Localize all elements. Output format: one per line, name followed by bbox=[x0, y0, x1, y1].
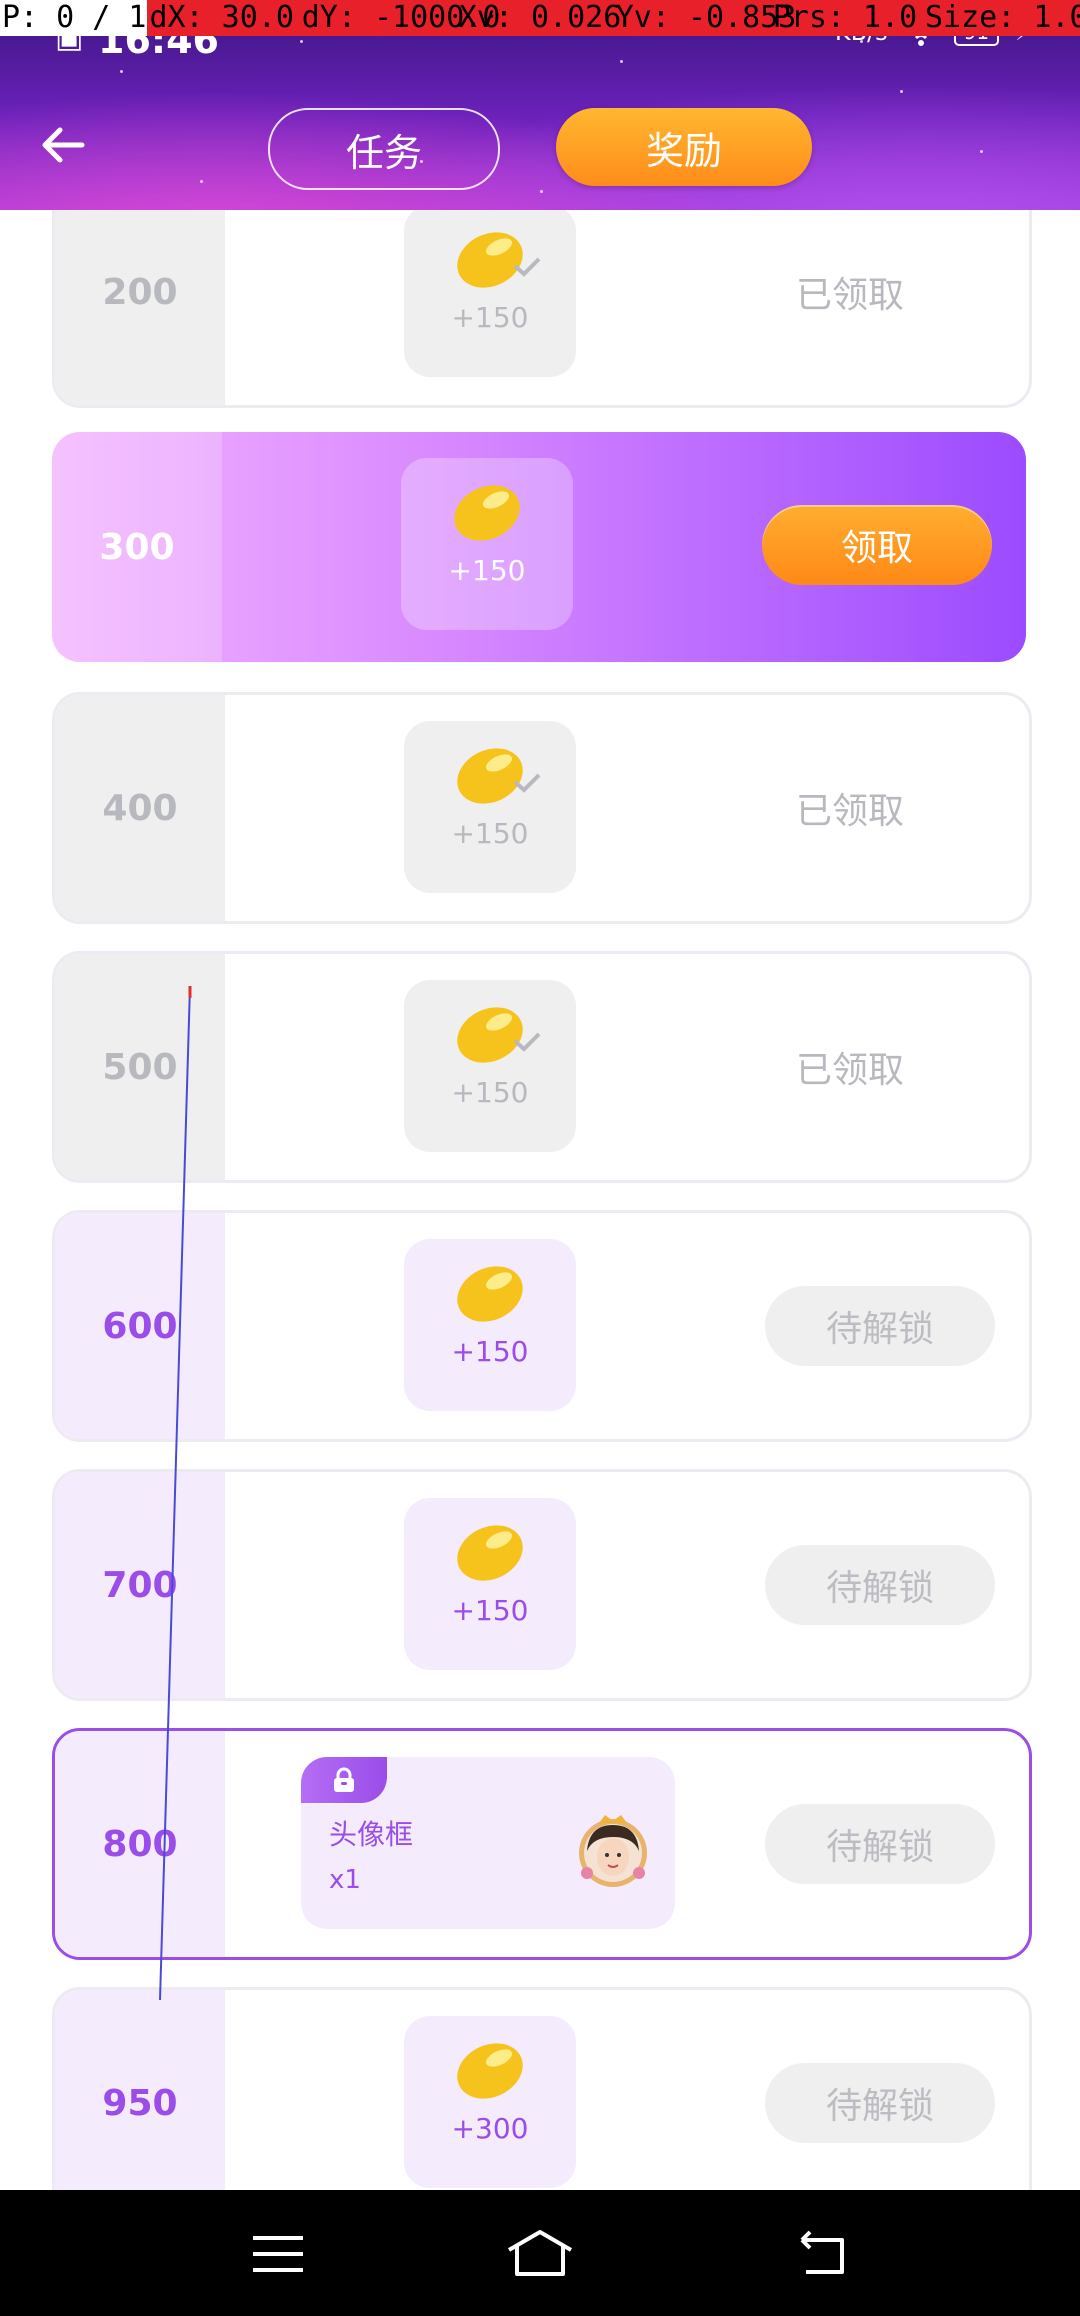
reward-card-200: 200 +150 已领取 bbox=[52, 210, 1032, 408]
reward-threshold: 500 bbox=[55, 954, 225, 1180]
locked-button[interactable]: 待解锁 bbox=[765, 1545, 995, 1625]
reward-threshold: 800 bbox=[55, 1731, 225, 1957]
bean-reward-box: +150 bbox=[401, 458, 573, 630]
claimed-status: 已领取 bbox=[795, 275, 904, 316]
reward-list[interactable]: 200 +150 已领取 300 +150 领取 400 +150 已领取 50… bbox=[0, 210, 1080, 2190]
system-nav-bar bbox=[0, 2190, 1080, 2316]
bean-icon bbox=[457, 1266, 523, 1322]
claimed-status: 已领取 bbox=[795, 1050, 904, 1091]
bean-amount: +150 bbox=[451, 301, 529, 334]
debug-dx: dX: 30.0 bbox=[149, 0, 294, 35]
bean-reward-box: +150 bbox=[404, 1498, 576, 1670]
reward-card-950: 950 +300 待解锁 bbox=[52, 1987, 1032, 2190]
back-arrow-icon[interactable] bbox=[38, 120, 88, 170]
bean-reward-box: +300 bbox=[404, 2016, 576, 2188]
debug-prs: Prs: 1.0 bbox=[772, 0, 918, 35]
home-icon[interactable] bbox=[505, 2224, 575, 2284]
frame-item-count: x1 bbox=[329, 1865, 361, 1895]
bean-reward-box: +150 bbox=[404, 1239, 576, 1411]
avatar-frame-reward-box: 头像框 x1 bbox=[301, 1757, 675, 1929]
reward-threshold: 300 bbox=[52, 432, 222, 662]
tab-reward[interactable]: 奖励 bbox=[556, 108, 812, 186]
debug-pointer: P: 0 / 1 bbox=[0, 0, 148, 36]
reward-card-700: 700 +150 待解锁 bbox=[52, 1469, 1032, 1701]
bean-amount: +150 bbox=[451, 1076, 529, 1109]
lock-icon bbox=[334, 1767, 354, 1792]
locked-button[interactable]: 待解锁 bbox=[765, 1804, 995, 1884]
reward-threshold: 200 bbox=[55, 210, 225, 405]
bean-reward-box: +150 bbox=[404, 210, 576, 377]
bean-amount: +150 bbox=[451, 1594, 529, 1627]
bean-amount: +150 bbox=[451, 1335, 529, 1368]
debug-dy: dY: -1000.0 bbox=[301, 0, 501, 35]
bean-amount: +300 bbox=[451, 2112, 529, 2145]
tab-task[interactable]: 任务 bbox=[268, 108, 500, 190]
bean-icon bbox=[454, 485, 520, 541]
pointer-debug-overlay: P: 0 / 1 dX: 30.0 dY: -1000.0 Xv: 0.026 … bbox=[0, 0, 1080, 36]
reward-threshold: 950 bbox=[55, 1990, 225, 2190]
check-icon bbox=[513, 257, 541, 277]
menu-icon[interactable] bbox=[243, 2224, 313, 2284]
reward-card-400: 400 +150 已领取 bbox=[52, 692, 1032, 924]
frame-item-name: 头像框 bbox=[329, 1818, 414, 1851]
reward-card-300: 300 +150 领取 bbox=[52, 432, 1026, 662]
debug-size: Size: 1.0 bbox=[925, 0, 1080, 35]
bean-icon bbox=[457, 1525, 523, 1581]
claim-button[interactable]: 领取 bbox=[762, 505, 992, 585]
reward-threshold: 600 bbox=[55, 1213, 225, 1439]
bean-amount: +150 bbox=[448, 554, 526, 587]
claimed-status: 已领取 bbox=[795, 791, 904, 832]
bean-reward-box: +150 bbox=[404, 980, 576, 1152]
bean-amount: +150 bbox=[451, 817, 529, 850]
locked-button[interactable]: 待解锁 bbox=[765, 1286, 995, 1366]
back-nav-icon[interactable] bbox=[788, 2224, 858, 2284]
bean-icon bbox=[457, 2043, 523, 2099]
check-icon bbox=[513, 1032, 541, 1052]
check-icon bbox=[513, 773, 541, 793]
debug-yv: Yv: -0.853 bbox=[615, 0, 797, 35]
avatar-frame-icon bbox=[579, 1815, 647, 1887]
lock-tag bbox=[301, 1757, 387, 1803]
debug-xv: Xv: 0.026 bbox=[458, 0, 622, 35]
reward-threshold: 400 bbox=[55, 695, 225, 921]
reward-card-500: 500 +150 已领取 bbox=[52, 951, 1032, 1183]
reward-card-800: 800 头像框 x1 待解锁 bbox=[52, 1728, 1032, 1960]
bean-reward-box: +150 bbox=[404, 721, 576, 893]
locked-button[interactable]: 待解锁 bbox=[765, 2063, 995, 2143]
reward-threshold: 700 bbox=[55, 1472, 225, 1698]
reward-card-600: 600 +150 待解锁 bbox=[52, 1210, 1032, 1442]
